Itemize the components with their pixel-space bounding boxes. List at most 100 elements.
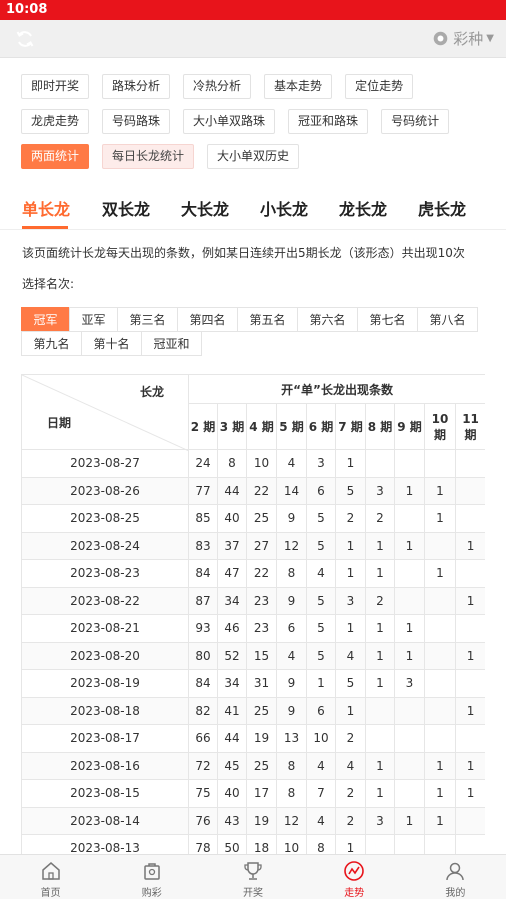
count-cell: 84 [188, 559, 218, 588]
rank-option[interactable]: 第六名 [297, 307, 358, 332]
date-cell: 2023-08-21 [21, 614, 189, 643]
count-cell: 80 [188, 641, 218, 670]
count-cell: 6 [276, 614, 307, 643]
analysis-button[interactable]: 冠亚和路珠 [288, 109, 369, 134]
tab-small-dragon[interactable]: 小长龙 [260, 196, 308, 220]
count-cell: 2 [335, 504, 366, 533]
count-cell: 2 [335, 779, 366, 808]
count-cell: 5 [306, 614, 336, 643]
nav-mine[interactable]: 我的 [405, 855, 506, 899]
period-header: 6 期 [306, 403, 336, 450]
rank-option-active[interactable]: 冠军 [21, 307, 70, 332]
tab-big-dragon[interactable]: 大长龙 [181, 196, 229, 220]
analysis-button[interactable]: 号码统计 [381, 109, 450, 134]
tab-dragon-dragon[interactable]: 龙长龙 [339, 196, 387, 220]
count-cell: 23 [246, 614, 277, 643]
analysis-button[interactable]: 即时开奖 [21, 74, 90, 99]
analysis-button-active[interactable]: 两面统计 [21, 144, 90, 169]
analysis-button[interactable]: 路珠分析 [102, 74, 171, 99]
nav-trend[interactable]: 走势 [304, 855, 405, 899]
count-cell: 1 [365, 779, 395, 808]
lottery-shop-icon [144, 863, 160, 880]
count-cell: 1 [335, 449, 366, 478]
nav-label: 购彩 [141, 888, 162, 899]
count-cell: 1 [454, 586, 485, 615]
period-header: 7 期 [335, 403, 366, 450]
count-cell [454, 724, 485, 753]
count-cell: 46 [217, 614, 247, 643]
count-cell: 1 [306, 669, 336, 698]
user-icon [446, 862, 465, 881]
date-cell: 2023-08-14 [21, 806, 189, 835]
rank-option[interactable]: 第八名 [417, 307, 478, 332]
analysis-button[interactable]: 龙虎走势 [21, 109, 90, 134]
count-cell: 1 [365, 559, 395, 588]
tab-tiger-dragon[interactable]: 虎长龙 [418, 196, 466, 220]
count-cell: 10 [276, 834, 307, 854]
rank-option[interactable]: 第七名 [357, 307, 418, 332]
analysis-button[interactable]: 大小单双路珠 [183, 109, 276, 134]
analysis-row-3: 两面统计 每日长龙统计 大小单双历史 [21, 144, 491, 179]
count-cell: 12 [276, 806, 307, 835]
nav-label: 走势 [344, 888, 365, 899]
count-cell: 3 [365, 806, 395, 835]
date-cell: 2023-08-20 [21, 641, 189, 670]
count-cell: 2 [335, 806, 366, 835]
tab-even-dragon[interactable]: 双长龙 [102, 196, 150, 220]
count-cell: 45 [217, 751, 247, 780]
analysis-button[interactable]: 号码路珠 [102, 109, 171, 134]
count-cell: 1 [454, 531, 485, 560]
count-cell [365, 834, 395, 854]
count-cell [365, 696, 395, 725]
status-time: 10:08 [6, 2, 48, 17]
count-cell: 37 [217, 531, 247, 560]
table-row: 2023-08-21 93 46 23 6 5 1 1 1 [21, 614, 485, 643]
count-cell: 43 [217, 806, 247, 835]
count-cell: 77 [188, 476, 218, 505]
analysis-button[interactable]: 定位走势 [345, 74, 414, 99]
tab-odd-dragon[interactable]: 单长龙 [22, 196, 70, 220]
trend-chart-icon [344, 861, 365, 881]
count-cell: 1 [454, 696, 485, 725]
rank-option[interactable]: 第四名 [177, 307, 238, 332]
rank-option[interactable]: 亚军 [69, 307, 118, 332]
date-cell: 2023-08-13 [21, 834, 189, 854]
analysis-button[interactable]: 基本走势 [264, 74, 333, 99]
analysis-button[interactable]: 冷热分析 [183, 74, 252, 99]
table-row: 2023-08-27 24 8 10 4 3 1 [21, 449, 485, 478]
refresh-icon[interactable] [15, 29, 35, 49]
nav-home[interactable]: 首页 [0, 855, 101, 899]
count-cell: 1 [454, 641, 485, 670]
count-cell: 40 [217, 504, 247, 533]
count-cell: 8 [217, 449, 247, 478]
count-cell: 9 [276, 586, 307, 615]
count-cell [454, 614, 485, 643]
rank-option[interactable]: 第十名 [81, 331, 142, 356]
count-cell [394, 751, 425, 780]
nav-label: 开奖 [243, 888, 263, 899]
count-cell: 15 [246, 641, 277, 670]
analysis-button-current[interactable]: 每日长龙统计 [102, 144, 195, 169]
analysis-buttons: 即时开奖 路珠分析 冷热分析 基本走势 定位走势 龙虎走势 号码路珠 大小单双路… [21, 74, 491, 179]
count-cell [424, 586, 456, 615]
date-cell: 2023-08-22 [21, 586, 189, 615]
analysis-row-1: 即时开奖 路珠分析 冷热分析 基本走势 定位走势 [21, 74, 491, 109]
count-cell: 1 [394, 476, 425, 505]
rank-option[interactable]: 第五名 [237, 307, 298, 332]
count-cell: 66 [188, 724, 218, 753]
period-header: 8 期 [365, 403, 395, 450]
count-cell: 4 [276, 449, 307, 478]
dragon-stats-table-container[interactable]: 长龙 日期 开“单”长龙出现条数 2 期3 期4 期5 期6 期7 期8 期9 … [21, 374, 485, 854]
rank-option[interactable]: 冠亚和 [141, 331, 202, 356]
analysis-button[interactable]: 大小单双历史 [207, 144, 300, 169]
nav-buy[interactable]: 购彩 [101, 855, 202, 899]
nav-draw[interactable]: 开奖 [202, 855, 303, 899]
period-header: 9 期 [394, 403, 425, 450]
count-cell: 3 [394, 669, 425, 698]
rank-option[interactable]: 第九名 [21, 331, 82, 356]
date-cell: 2023-08-26 [21, 476, 189, 505]
rank-option[interactable]: 第三名 [117, 307, 178, 332]
count-cell: 25 [246, 504, 277, 533]
lottery-type-select[interactable]: 彩种 ▼ [432, 28, 494, 49]
count-cell [394, 504, 425, 533]
